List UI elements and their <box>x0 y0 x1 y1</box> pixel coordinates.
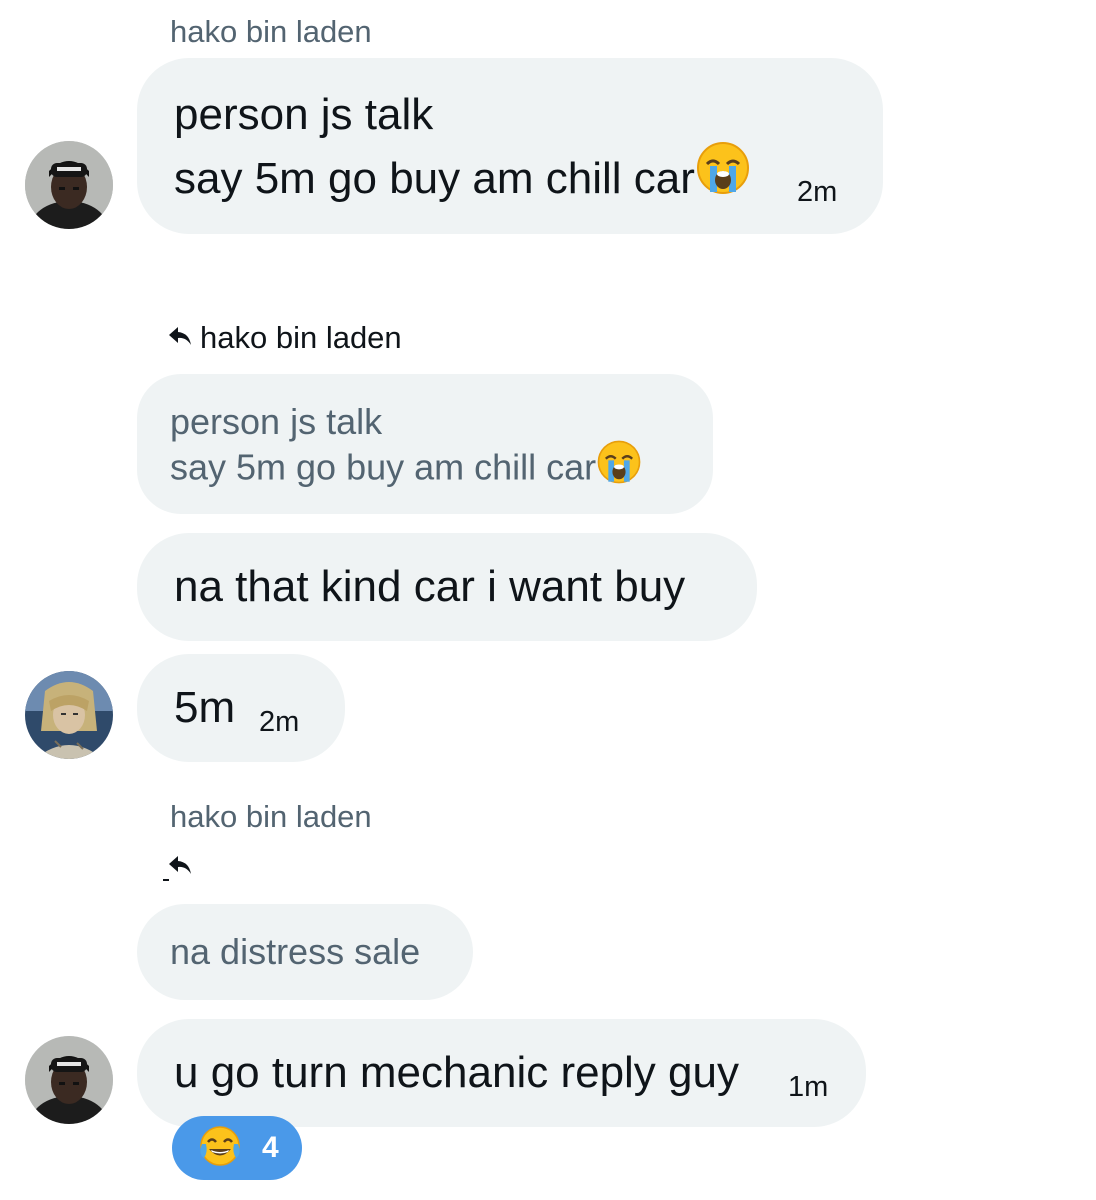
message-text: u go turn mechanic reply guy <box>174 1048 739 1097</box>
message-text: 5m <box>174 683 236 732</box>
message-bubble[interactable]: 5m 2m <box>137 654 345 762</box>
avatar[interactable] <box>25 141 113 229</box>
reply-arrow-icon <box>168 325 192 352</box>
timestamp: 2m <box>259 706 300 738</box>
avatar[interactable] <box>25 671 113 759</box>
avatar[interactable] <box>25 1036 113 1124</box>
avatar-image <box>25 671 113 759</box>
message-text: na that kind car i want buy <box>174 562 686 611</box>
message-line: person js talk <box>174 90 434 139</box>
face-with-tears-of-joy-icon <box>198 1124 242 1173</box>
reply-arrow-icon <box>162 852 194 889</box>
quoted-line: person js talk <box>170 401 383 442</box>
timestamp: 2m <box>797 176 838 208</box>
quoted-message[interactable]: person js talk say 5m go buy am chill ca… <box>137 374 713 514</box>
reaction-badge[interactable]: 4 <box>172 1116 302 1180</box>
avatar-image <box>25 141 113 229</box>
reply-to-name: hako bin laden <box>200 320 402 355</box>
avatar-image <box>25 1036 113 1124</box>
quoted-line: say 5m go buy am chill car <box>170 446 597 488</box>
message-bubble[interactable]: u go turn mechanic reply guy 1m <box>137 1019 866 1127</box>
message-bubble[interactable]: na that kind car i want buy <box>137 533 757 641</box>
sender-name: hako bin laden <box>170 799 372 834</box>
quoted-text: na distress sale <box>170 931 421 972</box>
reply-indicator: hako bin laden <box>168 320 402 356</box>
timestamp: 1m <box>788 1071 829 1103</box>
loudly-crying-face-icon <box>596 439 642 495</box>
message-line: say 5m go buy am chill car <box>174 154 695 203</box>
sender-name: hako bin laden <box>170 14 372 49</box>
loudly-crying-face-icon <box>695 140 751 215</box>
quoted-message[interactable]: na distress sale <box>137 904 473 1000</box>
message-bubble[interactable]: person js talk say 5m go buy am chill ca… <box>137 58 883 234</box>
reaction-count: 4 <box>262 1131 279 1164</box>
